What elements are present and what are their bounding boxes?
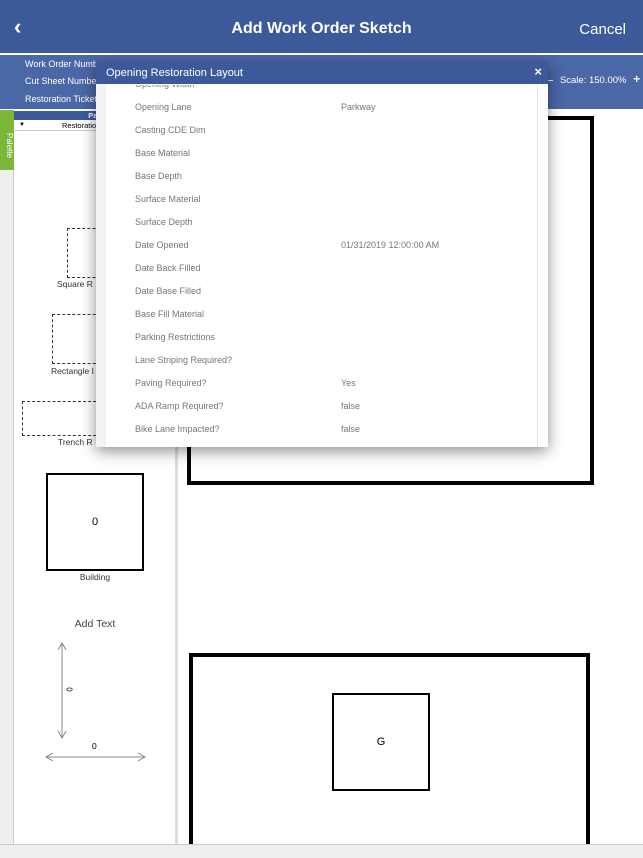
- zoom-out-button[interactable]: –: [548, 75, 553, 86]
- add-text-tool[interactable]: Add Text: [46, 618, 144, 630]
- palette-item-label: Trench R: [58, 437, 93, 447]
- dropdown-value: Restoratio: [62, 121, 97, 130]
- property-label: Parking Restrictions: [135, 332, 216, 342]
- building-value: 0: [91, 516, 99, 528]
- horizontal-dimension-arrow[interactable]: [44, 752, 147, 762]
- horizontal-scrollbar[interactable]: [0, 844, 643, 858]
- property-label: Date Base Filled: [135, 286, 202, 296]
- property-row: Casting CDE Dim: [135, 125, 535, 139]
- work-order-label: Work Order Numb: [25, 59, 98, 69]
- dialog-title: Opening Restoration Layout: [106, 67, 243, 79]
- building-shape[interactable]: 0: [46, 473, 144, 571]
- restoration-ticket-label: Restoration Ticket: [25, 94, 98, 104]
- property-label: Date Opened: [135, 240, 189, 250]
- property-value[interactable]: false: [341, 401, 360, 411]
- property-label: Surface Material: [135, 194, 201, 204]
- palette-item-label: Rectangle I: [51, 366, 94, 376]
- horizontal-dimension-value: 0: [92, 741, 97, 751]
- property-value[interactable]: Parkway: [341, 102, 376, 112]
- property-row: Parking Restrictions: [135, 332, 535, 346]
- property-row: Surface Depth: [135, 217, 535, 231]
- property-label: Base Fill Material: [135, 309, 205, 319]
- property-label: ADA Ramp Required?: [135, 401, 224, 411]
- property-label: Lane Striping Required?: [135, 355, 233, 365]
- property-row: Base Material: [135, 148, 535, 162]
- property-row: Paving Required? Yes: [135, 378, 535, 392]
- property-row: Opening Lane Parkway: [135, 102, 535, 116]
- property-label: Base Material: [135, 148, 191, 158]
- zoom-in-button[interactable]: +: [633, 72, 640, 86]
- property-label: Opening Lane: [135, 102, 192, 112]
- opening-restoration-dialog: Opening Restoration Layout × Opening Wid…: [96, 62, 548, 447]
- vertical-dimension-value: 0: [64, 687, 74, 692]
- property-row: Date Opened 01/31/2019 12:00:00 AM: [135, 240, 535, 254]
- property-label: Bike Lane Impacted?: [135, 424, 220, 434]
- property-label: Paving Required?: [135, 378, 207, 388]
- property-label: Date Back Filled: [135, 263, 201, 273]
- property-label: Base Depth: [135, 171, 183, 181]
- property-row: Date Base Filled: [135, 286, 535, 300]
- dialog-left-strip: [96, 84, 106, 447]
- dialog-scrollbar[interactable]: [537, 84, 538, 447]
- page-title: Add Work Order Sketch: [231, 20, 412, 37]
- close-icon[interactable]: ×: [534, 64, 542, 79]
- inner-shape[interactable]: G: [332, 693, 430, 791]
- property-row: Base Depth: [135, 171, 535, 185]
- property-value[interactable]: false: [341, 424, 360, 434]
- scale-readout: Scale: 150.00%: [559, 75, 627, 86]
- property-row: Bike Lane Impacted? false: [135, 424, 535, 438]
- scale-control: – Scale: 150.00% +: [548, 72, 640, 86]
- property-row: Surface Material: [135, 194, 535, 208]
- property-value[interactable]: 01/31/2019 12:00:00 AM: [341, 240, 439, 250]
- nav-header: ‹ Add Work Order Sketch Cancel: [0, 0, 643, 53]
- palette-tab[interactable]: Palette: [0, 110, 14, 170]
- cut-sheet-label: Cut Sheet Numbe: [25, 76, 97, 86]
- property-value[interactable]: Yes: [341, 378, 356, 388]
- property-label: Casting CDE Dim: [135, 125, 206, 135]
- cancel-button[interactable]: Cancel: [579, 21, 626, 38]
- palette-item-label: Building: [79, 572, 111, 582]
- property-label: Surface Depth: [135, 217, 193, 227]
- property-row: Date Back Filled: [135, 263, 535, 277]
- dropdown-arrow-icon: ▼: [19, 122, 25, 128]
- dialog-title-bar: Opening Restoration Layout ×: [96, 62, 548, 84]
- left-gutter: [0, 110, 14, 845]
- property-row: Base Fill Material: [135, 309, 535, 323]
- property-row: ADA Ramp Required? false: [135, 401, 535, 415]
- inner-shape-label: G: [376, 736, 386, 748]
- property-row: Lane Striping Required?: [135, 355, 535, 369]
